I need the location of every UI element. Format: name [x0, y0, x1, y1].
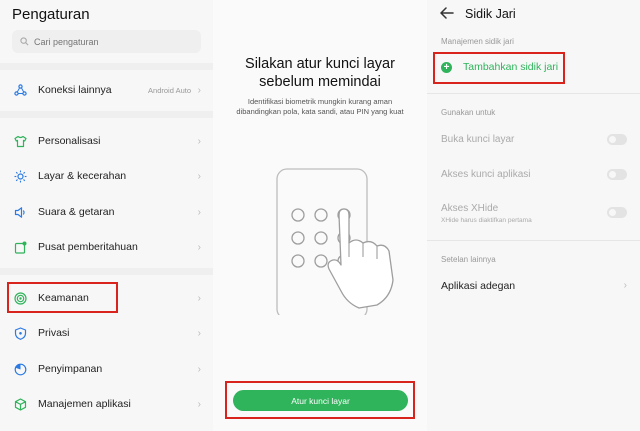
settings-item-label: Layar & kecerahan [38, 170, 127, 182]
cube-icon [14, 397, 27, 411]
settings-item-label: Suara & getaran [38, 206, 115, 218]
settings-item-label: Pusat pemberitahuan [38, 241, 138, 253]
settings-item-suara-getaran[interactable]: Suara & getaran › [0, 197, 213, 227]
section-title-manage: Manajemen sidik jari [441, 37, 514, 46]
pie-icon [14, 363, 27, 376]
chevron-right-icon: › [197, 84, 201, 96]
divider [427, 93, 640, 94]
chevron-right-icon: › [197, 292, 201, 304]
shirt-icon [14, 135, 27, 148]
settings-item-layar-kecerahan[interactable]: Layar & kecerahan › [0, 161, 213, 191]
scene-app-item[interactable]: Aplikasi adegan › [441, 280, 627, 292]
settings-item-label: Privasi [38, 327, 70, 339]
toggle-row-unlock-screen[interactable]: Buka kunci layar [441, 134, 627, 145]
settings-item-label: Manajemen aplikasi [38, 398, 131, 410]
settings-item-penyimpanan[interactable]: Penyimpanan › [0, 354, 213, 384]
toggle-label: Akses XHide [441, 203, 499, 214]
scene-app-label: Aplikasi adegan [441, 280, 516, 292]
search-bar[interactable] [12, 30, 201, 53]
prompt-title: Silakan atur kunci layar sebelum meminda… [213, 55, 427, 91]
toggle-label: Buka kunci layar [441, 134, 515, 145]
xhide-toggle[interactable] [607, 207, 627, 218]
highlight-box [225, 381, 415, 419]
search-icon [20, 37, 29, 46]
header: Sidik Jari [440, 6, 516, 22]
settings-item-privasi[interactable]: Privasi › [0, 318, 213, 348]
chevron-right-icon: › [197, 206, 201, 218]
highlight-box [7, 282, 118, 313]
search-input[interactable] [34, 36, 194, 47]
fingerprint-panel: Sidik Jari Manajemen sidik jari + Tambah… [427, 0, 640, 431]
chevron-right-icon: › [197, 327, 201, 339]
page-title: Pengaturan [12, 6, 90, 23]
prompt-title-line1: Silakan atur kunci layar [245, 56, 395, 72]
chevron-right-icon: › [197, 398, 201, 410]
divider [0, 63, 213, 70]
settings-item-personalisasi[interactable]: Personalisasi › [0, 126, 213, 156]
notification-icon [14, 241, 27, 254]
section-title-use: Gunakan untuk [441, 108, 496, 117]
unlock-screen-toggle[interactable] [607, 134, 627, 145]
prompt-description: Identifikasi biometrik mungkin kurang am… [236, 97, 404, 116]
toggle-label: Akses kunci aplikasi [441, 169, 531, 180]
divider [0, 111, 213, 118]
chevron-right-icon: › [197, 363, 201, 375]
settings-item-manajemen-aplikasi[interactable]: Manajemen aplikasi › [0, 389, 213, 419]
toggle-sublabel: XHide harus diaktifkan pertama [441, 217, 532, 224]
settings-item-sub: Android Auto [148, 85, 191, 95]
settings-item-label: Personalisasi [38, 135, 101, 147]
lock-prompt-panel: Silakan atur kunci layar sebelum meminda… [213, 0, 427, 431]
chevron-right-icon: › [197, 170, 201, 182]
highlight-box [433, 52, 565, 84]
speaker-icon [14, 206, 27, 219]
settings-item-label: Penyimpanan [38, 363, 103, 375]
phone-pattern-illustration [276, 168, 394, 315]
toggle-row-app-lock[interactable]: Akses kunci aplikasi [441, 169, 627, 180]
chevron-right-icon: › [623, 280, 627, 291]
prompt-title-line2: sebelum memindai [259, 74, 381, 90]
chevron-right-icon: › [197, 241, 201, 253]
settings-item-koneksi-lainnya[interactable]: Koneksi lainnya Android Auto › [0, 75, 213, 105]
app-lock-toggle[interactable] [607, 169, 627, 180]
settings-panel: Pengaturan Koneksi lainnya Android Auto … [0, 0, 213, 431]
back-arrow-icon[interactable] [440, 6, 458, 22]
section-title-other: Setelan lainnya [441, 255, 496, 264]
settings-item-label: Koneksi lainnya [38, 84, 112, 96]
toggle-row-xhide[interactable]: Akses XHide XHide harus diaktifkan perta… [441, 203, 627, 224]
divider [427, 240, 640, 241]
shield-icon [14, 326, 27, 340]
page-title: Sidik Jari [465, 7, 516, 21]
divider [0, 268, 213, 275]
chevron-right-icon: › [197, 135, 201, 147]
settings-item-pusat-pemberitahuan[interactable]: Pusat pemberitahuan › [0, 232, 213, 262]
sun-icon [14, 170, 27, 183]
share-icon [14, 83, 27, 97]
